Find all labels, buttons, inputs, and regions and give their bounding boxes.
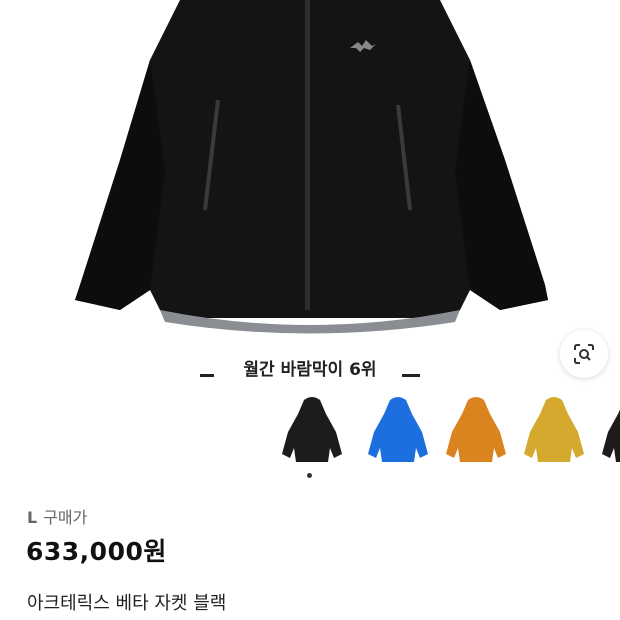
lens-search-button[interactable] xyxy=(560,330,608,378)
jacket-thumb-orange xyxy=(446,397,506,462)
rank-decor-line-right xyxy=(402,374,420,377)
active-thumbnail-indicator xyxy=(307,473,312,478)
purchase-label: 구매가 xyxy=(43,508,88,527)
thumbnail-black[interactable] xyxy=(276,392,348,468)
jacket-thumb-blue xyxy=(368,397,428,462)
purchase-size-label: L 구매가 xyxy=(27,504,87,528)
product-price: 633,000원 xyxy=(26,537,167,566)
jacket-image xyxy=(75,0,548,334)
product-image[interactable] xyxy=(0,0,620,345)
product-title: 아크테릭스 베타 자켓 블랙 xyxy=(27,593,227,614)
jacket-thumb-black xyxy=(282,397,342,462)
ranking-badge[interactable]: 월간 바람막이 6위 xyxy=(214,345,406,389)
thumbnail-black-partial[interactable] xyxy=(596,392,620,468)
lens-search-icon xyxy=(574,344,594,364)
thumbnail-yellow[interactable] xyxy=(518,392,590,468)
ranking-text: 월간 바람막이 6위 xyxy=(243,359,377,380)
color-thumbnails xyxy=(270,392,620,472)
jacket-thumb-black-partial xyxy=(602,409,620,462)
thumbnail-blue[interactable] xyxy=(362,392,434,468)
jacket-thumb-yellow xyxy=(524,397,584,462)
thumbnail-orange[interactable] xyxy=(440,392,512,468)
size-value: L xyxy=(27,508,38,527)
